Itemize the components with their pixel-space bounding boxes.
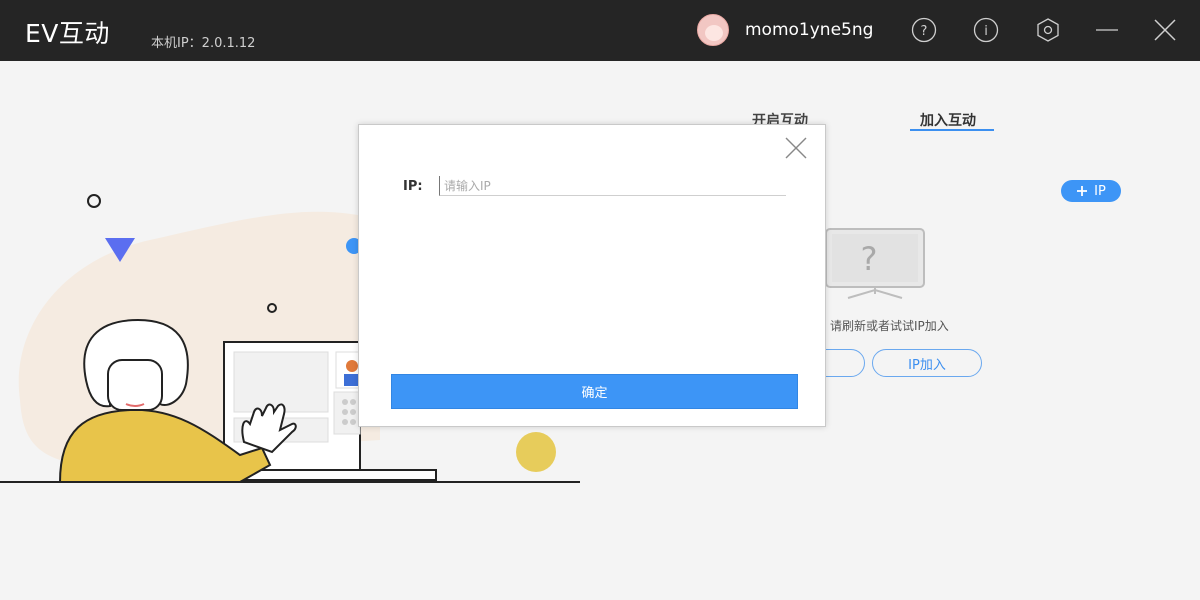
tab-join-interaction[interactable]: 加入互动 [920,110,976,130]
active-tab-indicator [910,129,994,131]
decor-yellow-dot-icon [516,432,556,472]
username: momo1yne5ng [745,20,874,40]
close-icon[interactable] [1152,17,1178,43]
help-icon[interactable]: ? [911,17,937,43]
avatar[interactable] [697,14,729,46]
confirm-button[interactable]: 确定 [391,374,798,409]
svg-text:i: i [984,24,988,39]
ip-join-dialog: IP: 确定 [358,124,826,427]
monitor-question-mark: ? [861,240,878,278]
info-icon[interactable]: i [973,17,999,43]
add-ip-button[interactable]: IP [1061,180,1121,202]
user-profile[interactable]: momo1yne5ng [697,14,873,46]
plus-icon [1077,186,1088,196]
no-device-monitor-icon: ? [826,228,925,299]
ip-join-button[interactable]: IP加入 [872,349,982,377]
no-device-hint: 备，请刷新或者试试IP加入 [806,319,949,333]
app-title: EV互动 [25,19,110,48]
decor-circle-icon [87,194,101,208]
ip-input[interactable] [439,176,786,196]
ip-label: IP: [403,179,423,194]
settings-icon[interactable] [1035,17,1061,43]
title-bar: EV互动 本机IP：2.0.1.12 momo1yne5ng ? i [0,0,1200,61]
svg-text:?: ? [921,24,928,39]
add-ip-label: IP [1094,183,1106,199]
local-ip-label: 本机IP：2.0.1.12 [151,36,256,51]
dialog-close-icon[interactable] [783,135,809,161]
minimize-icon[interactable] [1094,17,1120,43]
